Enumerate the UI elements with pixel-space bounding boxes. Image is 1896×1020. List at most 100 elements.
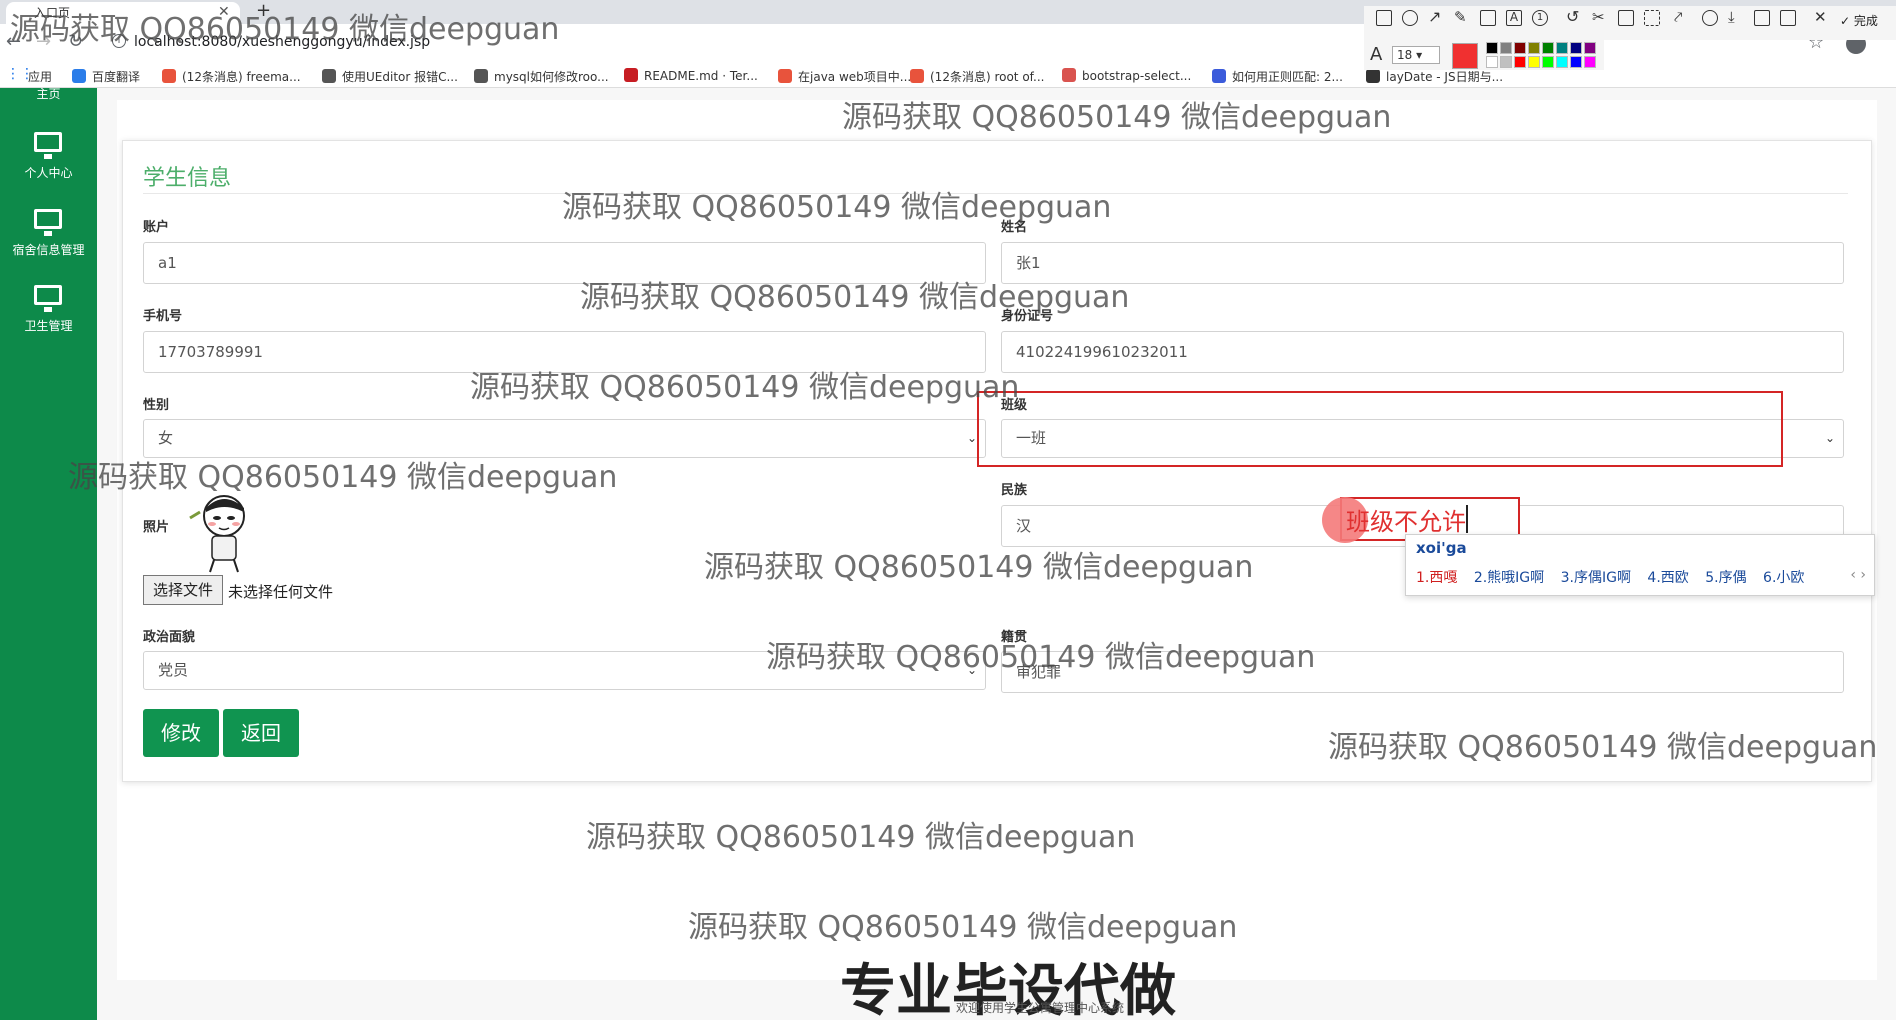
bookmark-favicon-icon (322, 69, 336, 83)
ethnicity-label: 民族 (1001, 483, 1028, 498)
record-icon[interactable] (1702, 10, 1718, 26)
ime-candidate[interactable]: 3.序偶IG啊 (1561, 570, 1631, 586)
phone-value: 17703789991 (158, 343, 263, 361)
watermark: 源码获取 QQ86050149 微信deepguan (562, 190, 1112, 225)
color-swatch[interactable] (1584, 42, 1596, 54)
rectangle-tool-icon[interactable] (1376, 10, 1392, 26)
color-swatch[interactable] (1570, 56, 1582, 68)
bookmark-item[interactable]: README.md · Ter... (624, 68, 758, 83)
bookmark-favicon-icon (474, 69, 488, 83)
done-label: 完成 (1853, 14, 1878, 28)
annotation-text: 班级不允许 (1346, 508, 1466, 536)
ime-candidate[interactable]: 1.西嘎 (1416, 570, 1457, 586)
bookmark-item[interactable]: 使用UEditor 报错C... (322, 68, 458, 85)
apps-label[interactable]: 应用 (28, 68, 52, 85)
sidebar-home-label[interactable]: 主页 (0, 88, 97, 100)
file-status: 未选择任何文件 (228, 583, 334, 601)
crop-icon[interactable] (1644, 10, 1660, 26)
current-color-swatch[interactable] (1452, 43, 1478, 69)
color-swatch[interactable] (1584, 56, 1596, 68)
close-icon[interactable]: ✕ (1814, 10, 1830, 26)
ime-candidate[interactable]: 2.熊哦IG啊 (1474, 570, 1544, 586)
watermark: 源码获取 QQ86050149 微信deepguan (586, 820, 1136, 855)
bookmark-item[interactable]: (12条消息) root of... (910, 68, 1044, 85)
bookmark-label: 如何用正则匹配: 2... (1232, 70, 1343, 84)
font-size-value: 18 (1397, 48, 1413, 62)
sidebar-item-dorm-info[interactable]: 宿舍信息管理 (0, 209, 97, 279)
bookmark-favicon-icon (162, 69, 176, 83)
color-swatch[interactable] (1500, 42, 1512, 54)
color-swatch[interactable] (1542, 56, 1554, 68)
bookmark-item[interactable]: 如何用正则匹配: 2... (1212, 68, 1343, 85)
ocr-icon[interactable] (1618, 10, 1634, 26)
ime-candidate[interactable]: 6.小欧 (1763, 570, 1804, 586)
color-swatch[interactable] (1500, 56, 1512, 68)
color-swatch[interactable] (1514, 42, 1526, 54)
sidebar: 主页 个人中心 宿舍信息管理 卫生管理 (0, 88, 97, 1020)
modify-button[interactable]: 修改 (143, 709, 219, 757)
bookmark-item[interactable]: 在java web项目中... (778, 68, 911, 85)
watermark: 源码获取 QQ86050149 微信deepguan (704, 550, 1254, 585)
color-swatch[interactable] (1556, 56, 1568, 68)
ime-candidate[interactable]: 5.序偶 (1705, 570, 1746, 586)
cut-icon[interactable]: ✂ (1592, 10, 1608, 26)
bookmark-item[interactable]: (12条消息) freema... (162, 68, 301, 85)
bookmark-label: README.md · Ter... (644, 69, 758, 83)
watermark: 源码获取 QQ86050149 微信deepguan (688, 910, 1238, 945)
bookmark-favicon-icon (1062, 68, 1076, 82)
watermark: 源码获取 QQ86050149 微信deepguan (10, 12, 560, 47)
done-button[interactable]: ✓ 完成 (1840, 12, 1878, 29)
bookmark-label: layDate - JS日期与... (1386, 70, 1504, 84)
sidebar-item-label: 宿舍信息管理 (12, 243, 85, 257)
monitor-icon (34, 209, 62, 236)
choose-file-label: 选择文件 (152, 581, 213, 599)
bookmark-favicon-icon (1212, 69, 1226, 83)
bookmark-label: 在java web项目中... (798, 70, 912, 84)
number-tool-icon[interactable]: 1 (1532, 10, 1548, 26)
gender-value: 女 (158, 429, 174, 447)
account-label: 账户 (143, 220, 170, 235)
arrow-tool-icon[interactable]: ↗ (1428, 9, 1444, 26)
download-icon[interactable]: ⤓ (1728, 10, 1744, 26)
color-swatch[interactable] (1486, 42, 1498, 54)
undo-icon[interactable]: ↺ (1566, 9, 1582, 26)
choose-file-button[interactable]: 选择文件 (143, 575, 223, 605)
pen-tool-icon[interactable]: ✎ (1454, 10, 1470, 26)
color-swatch[interactable] (1556, 42, 1568, 54)
color-swatch[interactable] (1570, 42, 1582, 54)
color-swatch[interactable] (1528, 42, 1540, 54)
color-swatch[interactable] (1514, 56, 1526, 68)
ime-candidate-window: xoi'ga 1.西嘎 2.熊哦IG啊 3.序偶IG啊 4.西欧 5.序偶 6.… (1405, 534, 1875, 596)
id-card-input[interactable]: 410224199610232011 (1001, 331, 1844, 373)
bookmark-favicon-icon (72, 69, 86, 83)
mosaic-tool-icon[interactable] (1480, 10, 1496, 26)
bookmarks-bar: ⋮⋮ 应用 百度翻译 (12条消息) freema... 使用UEditor 报错C… (0, 64, 1896, 88)
bookmark-item[interactable]: layDate - JS日期与... (1366, 68, 1503, 85)
name-value: 张1 (1016, 254, 1041, 272)
phone-icon[interactable] (1754, 10, 1770, 26)
bookmark-icon[interactable] (1780, 10, 1796, 26)
monitor-icon (34, 132, 62, 159)
bookmark-item[interactable]: mysql如何修改roo... (474, 68, 609, 85)
bookmark-favicon-icon (1366, 69, 1380, 83)
sidebar-item-label: 卫生管理 (24, 319, 73, 333)
back-button[interactable]: 返回 (223, 709, 299, 757)
color-swatch[interactable] (1542, 42, 1554, 54)
sidebar-item-hygiene[interactable]: 卫生管理 (0, 285, 97, 355)
font-size-select[interactable]: 18 ▾ (1392, 46, 1440, 64)
pin-icon[interactable]: ⤤ (1674, 10, 1690, 26)
color-swatch[interactable] (1528, 56, 1540, 68)
bookmark-item[interactable]: bootstrap-select... (1062, 68, 1191, 83)
color-swatch[interactable] (1486, 56, 1498, 68)
annotation-highlight-box (977, 391, 1783, 467)
bookmark-label: (12条消息) freema... (182, 70, 301, 84)
text-tool-icon[interactable]: A (1506, 10, 1522, 26)
photo-label: 照片 (143, 520, 170, 535)
ime-candidate[interactable]: 4.西欧 (1647, 570, 1688, 586)
sidebar-item-personal-center[interactable]: 个人中心 (0, 132, 97, 202)
phone-label: 手机号 (143, 309, 183, 324)
ellipse-tool-icon[interactable] (1402, 10, 1418, 26)
ime-page-arrows-icon[interactable]: ‹ › (1850, 567, 1866, 583)
bookmark-item[interactable]: 百度翻译 (72, 68, 140, 85)
bookmark-label: bootstrap-select... (1082, 69, 1192, 83)
